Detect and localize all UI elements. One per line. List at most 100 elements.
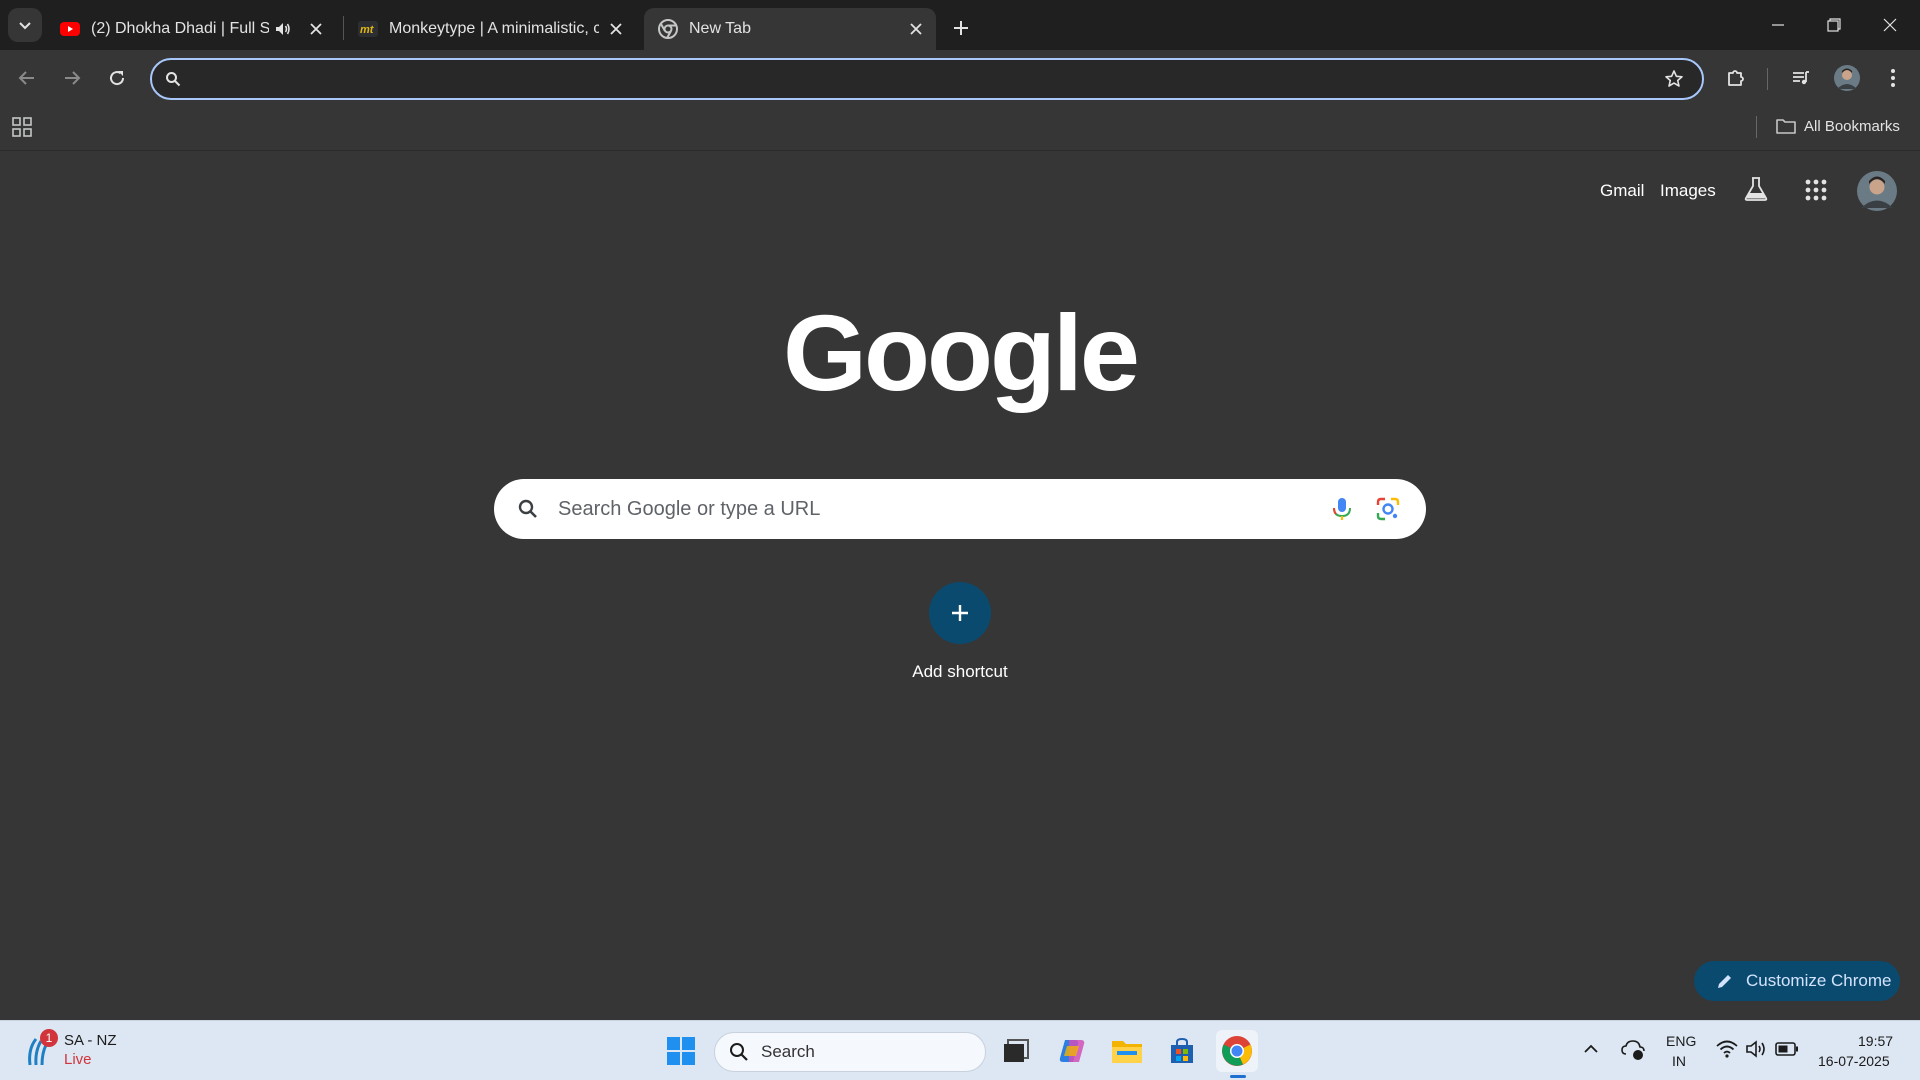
copilot-button[interactable] bbox=[1051, 1030, 1093, 1072]
ntp-search-box[interactable]: Search Google or type a URL bbox=[494, 479, 1426, 539]
labs-button[interactable] bbox=[1743, 176, 1773, 206]
file-explorer-button[interactable] bbox=[1106, 1030, 1148, 1072]
weather-widget[interactable]: 1 SA - NZ Live bbox=[20, 1029, 160, 1073]
reload-icon bbox=[110, 71, 125, 86]
lens-search-button[interactable] bbox=[1374, 495, 1402, 523]
task-view-icon bbox=[1004, 1039, 1029, 1062]
back-button[interactable] bbox=[9, 60, 45, 96]
google-apps-button[interactable] bbox=[1805, 179, 1833, 207]
chrome-menu-button[interactable] bbox=[1875, 60, 1911, 96]
tab-title: New Tab bbox=[689, 20, 751, 37]
chrome-icon bbox=[1222, 1036, 1252, 1066]
language-line1[interactable]: ENG bbox=[1666, 1033, 1696, 1049]
folder-icon bbox=[1776, 119, 1796, 134]
customize-chrome-button[interactable]: Customize Chrome bbox=[1694, 961, 1900, 1001]
gmail-link[interactable]: Gmail bbox=[1600, 181, 1644, 201]
speaker-icon[interactable] bbox=[274, 20, 292, 38]
add-shortcut-label: Add shortcut bbox=[912, 662, 1008, 681]
active-indicator bbox=[1230, 1075, 1246, 1078]
plus-icon bbox=[952, 605, 968, 621]
restore-button[interactable] bbox=[1806, 0, 1862, 50]
windows-taskbar: 1 SA - NZ Live Search ENG IN 19:57 16-07… bbox=[0, 1020, 1920, 1080]
close-tab-icon[interactable] bbox=[608, 21, 624, 37]
account-avatar-button[interactable] bbox=[1857, 171, 1897, 211]
microsoft-store-button[interactable] bbox=[1161, 1030, 1203, 1072]
tab-groups-icon bbox=[12, 117, 32, 137]
close-tab-icon[interactable] bbox=[308, 21, 324, 37]
start-button[interactable] bbox=[660, 1030, 702, 1072]
arrow-right-icon bbox=[65, 71, 81, 85]
all-bookmarks-label: All Bookmarks bbox=[1804, 117, 1900, 135]
svg-text:mt: mt bbox=[360, 24, 375, 36]
chrome-taskbar-button[interactable] bbox=[1216, 1030, 1258, 1078]
language-line2[interactable]: IN bbox=[1672, 1053, 1686, 1069]
copilot-icon bbox=[1059, 1040, 1085, 1062]
notification-badge: 1 bbox=[40, 1029, 58, 1047]
folder-icon bbox=[1112, 1041, 1142, 1063]
monkeytype-icon: mt bbox=[358, 21, 378, 37]
apps-grid-icon bbox=[1805, 179, 1827, 201]
pencil-icon bbox=[1718, 975, 1731, 988]
youtube-icon bbox=[60, 22, 80, 36]
flask-icon bbox=[1744, 177, 1768, 201]
chevron-down-icon bbox=[19, 22, 31, 30]
images-link[interactable]: Images bbox=[1660, 181, 1716, 201]
minimize-button[interactable] bbox=[1750, 0, 1806, 50]
tab-strip: (2) Dhokha Dhadi | Full Son mt Monkeytyp… bbox=[0, 0, 1920, 50]
profile-button[interactable] bbox=[1829, 60, 1865, 96]
search-placeholder: Search Google or type a URL bbox=[558, 498, 821, 520]
new-tab-button[interactable] bbox=[944, 11, 978, 45]
address-input[interactable] bbox=[192, 67, 1632, 91]
tab-search-button[interactable] bbox=[8, 8, 42, 42]
address-bar[interactable] bbox=[150, 58, 1704, 100]
search-icon bbox=[518, 499, 537, 518]
bookmarks-separator bbox=[1756, 116, 1757, 138]
store-icon bbox=[1171, 1037, 1193, 1063]
browser-toolbar bbox=[0, 50, 1920, 106]
close-icon bbox=[1883, 18, 1897, 32]
close-window-button[interactable] bbox=[1862, 0, 1918, 50]
close-tab-icon[interactable] bbox=[908, 21, 924, 37]
google-lens-icon bbox=[1376, 497, 1400, 521]
search-icon bbox=[166, 72, 181, 87]
star-icon[interactable] bbox=[1664, 69, 1684, 89]
onedrive-tray-icon[interactable] bbox=[1621, 1039, 1645, 1061]
apps-shortcut[interactable] bbox=[12, 117, 36, 141]
windows-logo-icon bbox=[667, 1037, 695, 1065]
volume-tray-icon[interactable] bbox=[1745, 1039, 1767, 1059]
clock-time[interactable]: 19:57 bbox=[1858, 1033, 1893, 1049]
more-vert-icon bbox=[1891, 69, 1895, 87]
cloud-sync-icon bbox=[1621, 1040, 1645, 1060]
all-bookmarks-button[interactable]: All Bookmarks bbox=[1776, 117, 1900, 135]
puzzle-icon bbox=[1728, 70, 1744, 86]
customize-chrome-label: Customize Chrome bbox=[1746, 971, 1892, 990]
arrow-left-icon bbox=[18, 71, 34, 85]
reload-button[interactable] bbox=[99, 60, 135, 96]
weather-title: SA - NZ bbox=[64, 1032, 117, 1049]
add-shortcut-button[interactable] bbox=[929, 582, 991, 644]
queue-music-icon bbox=[1793, 71, 1809, 85]
avatar bbox=[1834, 65, 1860, 91]
battery-tray-icon[interactable] bbox=[1775, 1040, 1799, 1058]
weather-subtitle: Live bbox=[64, 1051, 92, 1068]
restore-icon bbox=[1827, 18, 1841, 32]
forward-button[interactable] bbox=[54, 60, 90, 96]
chevron-up-icon bbox=[1584, 1044, 1598, 1053]
google-logo: Google bbox=[783, 292, 1140, 413]
wifi-icon bbox=[1716, 1040, 1738, 1058]
task-view-button[interactable] bbox=[995, 1030, 1037, 1072]
media-control-button[interactable] bbox=[1783, 60, 1819, 96]
voice-search-button[interactable] bbox=[1328, 495, 1356, 523]
tab-title: Monkeytype | A minimalistic, cu bbox=[389, 20, 599, 37]
taskbar-search-box[interactable]: Search bbox=[714, 1032, 986, 1072]
clock-date[interactable]: 16-07-2025 bbox=[1818, 1053, 1890, 1069]
tab-youtube[interactable]: (2) Dhokha Dhadi | Full Son bbox=[46, 8, 336, 50]
tab-new-tab[interactable]: New Tab bbox=[644, 8, 936, 50]
tab-monkeytype[interactable]: mt Monkeytype | A minimalistic, cu bbox=[344, 8, 636, 50]
show-hidden-icons-button[interactable] bbox=[1583, 1041, 1599, 1057]
battery-icon bbox=[1775, 1042, 1798, 1056]
plus-icon bbox=[954, 21, 968, 35]
extensions-button[interactable] bbox=[1718, 60, 1754, 96]
toolbar-separator bbox=[1767, 68, 1768, 90]
wifi-tray-icon[interactable] bbox=[1716, 1039, 1738, 1059]
